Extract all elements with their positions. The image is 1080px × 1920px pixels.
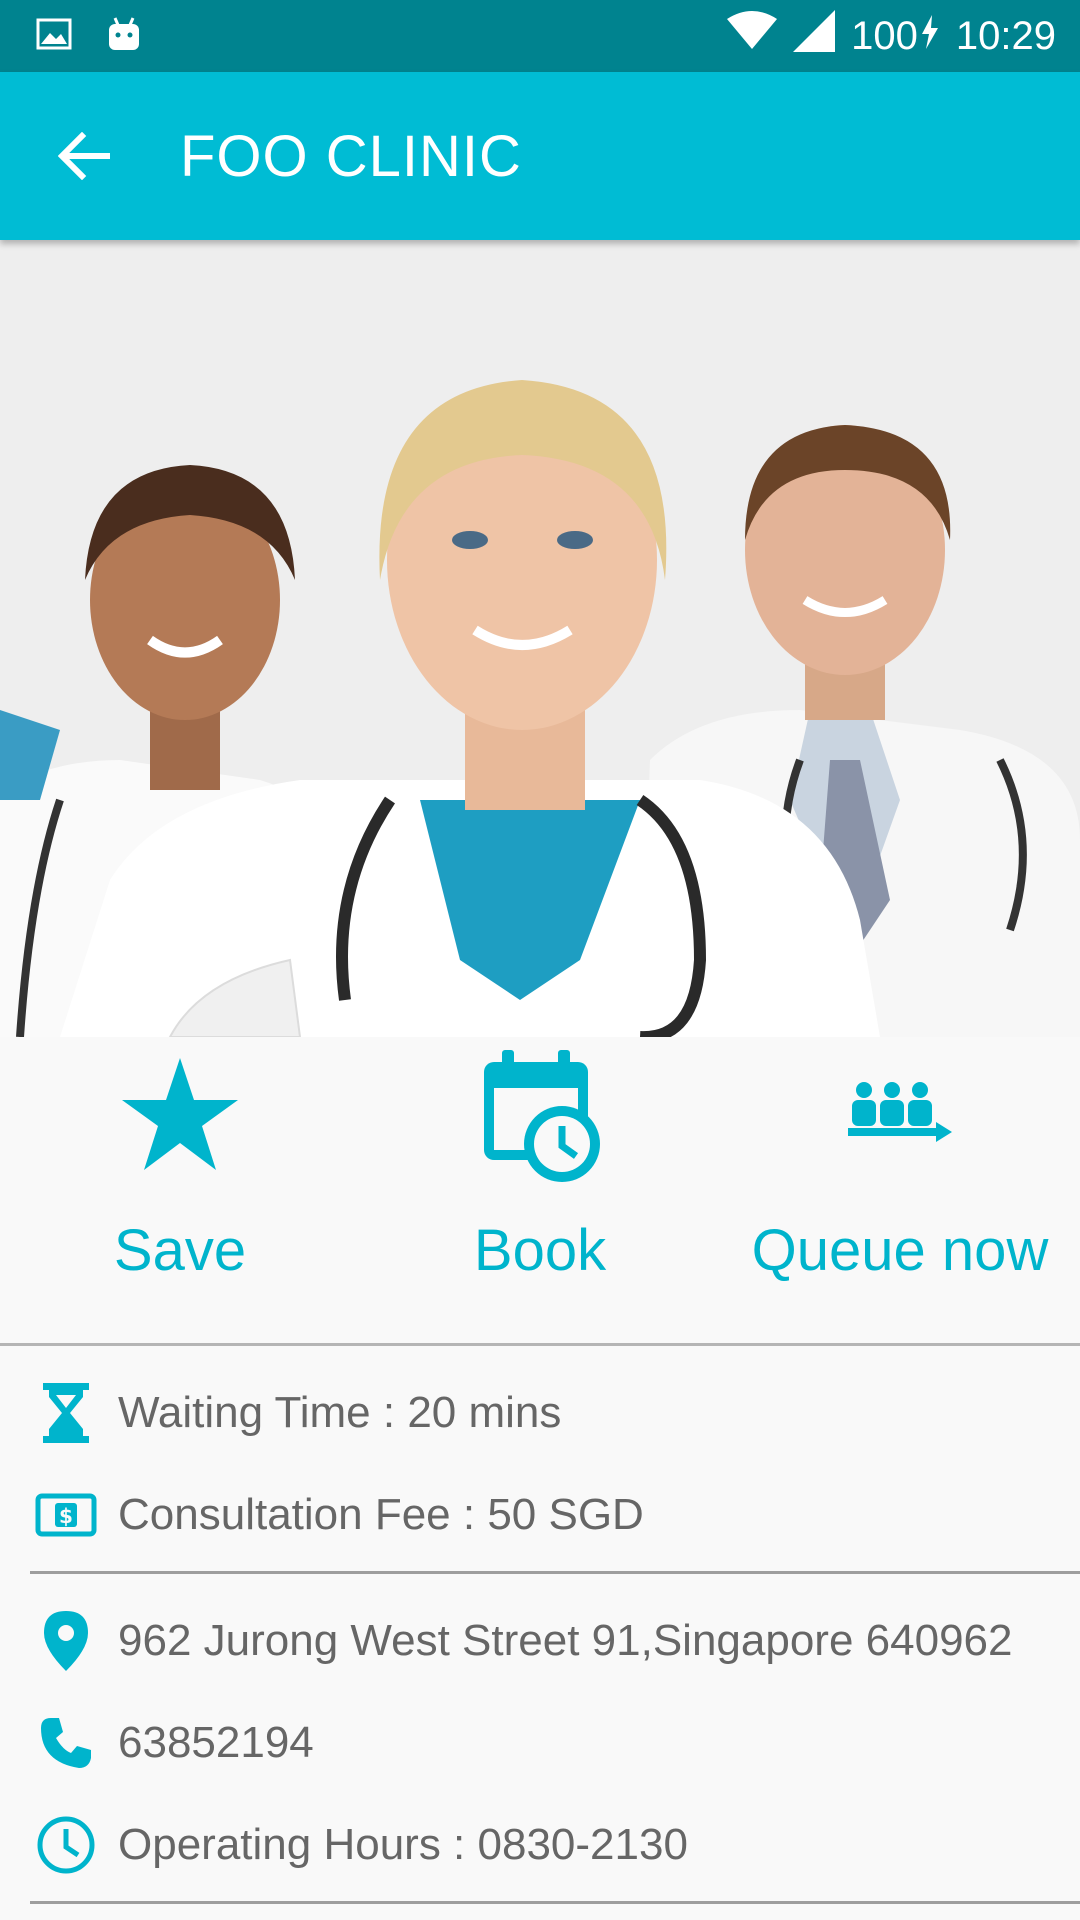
phone-icon bbox=[41, 1718, 91, 1768]
queue-icon bbox=[848, 1082, 952, 1142]
queue-icon-wrap bbox=[848, 1045, 952, 1185]
calendar-clock-icon bbox=[484, 1050, 600, 1182]
arrow-back-icon bbox=[58, 132, 110, 180]
consultation-fee-text: Consultation Fee : 50 SGD bbox=[118, 1490, 644, 1539]
hero-image bbox=[0, 240, 1080, 1037]
clock-icon-wrap bbox=[0, 1815, 118, 1875]
address-text: 962 Jurong West Street 91,Singapore 6409… bbox=[118, 1616, 1013, 1665]
center-doctor-eye-left bbox=[452, 531, 488, 549]
image-icon bbox=[36, 18, 72, 55]
save-label: Save bbox=[113, 1218, 247, 1283]
svg-text:$: $ bbox=[59, 1504, 73, 1528]
save-icon-wrap bbox=[120, 1045, 240, 1185]
dollar-bill-icon: $ bbox=[35, 1493, 97, 1537]
clock-icon bbox=[37, 1816, 95, 1874]
charging-icon bbox=[920, 14, 940, 59]
wifi-icon bbox=[727, 11, 778, 61]
divider bbox=[0, 1343, 1080, 1346]
status-right: 100 10:29 bbox=[727, 10, 1056, 62]
page-title: FOO CLINIC bbox=[180, 123, 522, 189]
status-bar: 100 10:29 bbox=[0, 0, 1080, 72]
book-button[interactable]: Book bbox=[360, 1037, 720, 1345]
action-bar: Save Book Queue now bbox=[0, 1037, 1080, 1345]
hourglass-icon bbox=[43, 1383, 89, 1443]
phone-icon-wrap bbox=[0, 1716, 118, 1770]
center-doctor-eye-right bbox=[557, 531, 593, 549]
phone-text: 63852194 bbox=[118, 1718, 314, 1767]
operating-hours-text: Operating Hours : 0830-2130 bbox=[118, 1820, 688, 1869]
save-button[interactable]: Save bbox=[0, 1037, 360, 1345]
address-row[interactable]: 962 Jurong West Street 91,Singapore 6409… bbox=[0, 1593, 1080, 1689]
signal-icon bbox=[793, 10, 836, 62]
back-button[interactable] bbox=[0, 72, 168, 240]
queue-now-button[interactable]: Queue now bbox=[720, 1037, 1080, 1345]
location-pin-icon bbox=[44, 1611, 88, 1671]
clock: 10:29 bbox=[955, 13, 1056, 58]
queue-now-label: Queue now bbox=[751, 1218, 1049, 1283]
android-icon bbox=[106, 16, 142, 57]
battery-indicator: 100 bbox=[851, 14, 940, 59]
location-icon-wrap bbox=[0, 1611, 118, 1671]
operating-hours-row: Operating Hours : 0830-2130 bbox=[0, 1797, 1080, 1893]
doctors-photo bbox=[0, 240, 1080, 1037]
star-icon bbox=[122, 1058, 238, 1170]
status-left bbox=[36, 16, 142, 57]
book-label: Book bbox=[473, 1218, 607, 1283]
battery-level: 100 bbox=[851, 13, 918, 58]
divider-inset-bottom bbox=[30, 1901, 1080, 1904]
app-bar: FOO CLINIC bbox=[0, 72, 1080, 240]
book-icon-wrap bbox=[478, 1045, 602, 1185]
waiting-time-row: Waiting Time : 20 mins bbox=[0, 1365, 1080, 1461]
divider-inset bbox=[30, 1571, 1080, 1574]
phone-row[interactable]: 63852194 bbox=[0, 1695, 1080, 1791]
hourglass-icon-wrap bbox=[0, 1383, 118, 1443]
waiting-time-text: Waiting Time : 20 mins bbox=[118, 1388, 562, 1437]
fee-icon-wrap: $ bbox=[0, 1493, 118, 1537]
consultation-fee-row: $ Consultation Fee : 50 SGD bbox=[0, 1467, 1080, 1563]
